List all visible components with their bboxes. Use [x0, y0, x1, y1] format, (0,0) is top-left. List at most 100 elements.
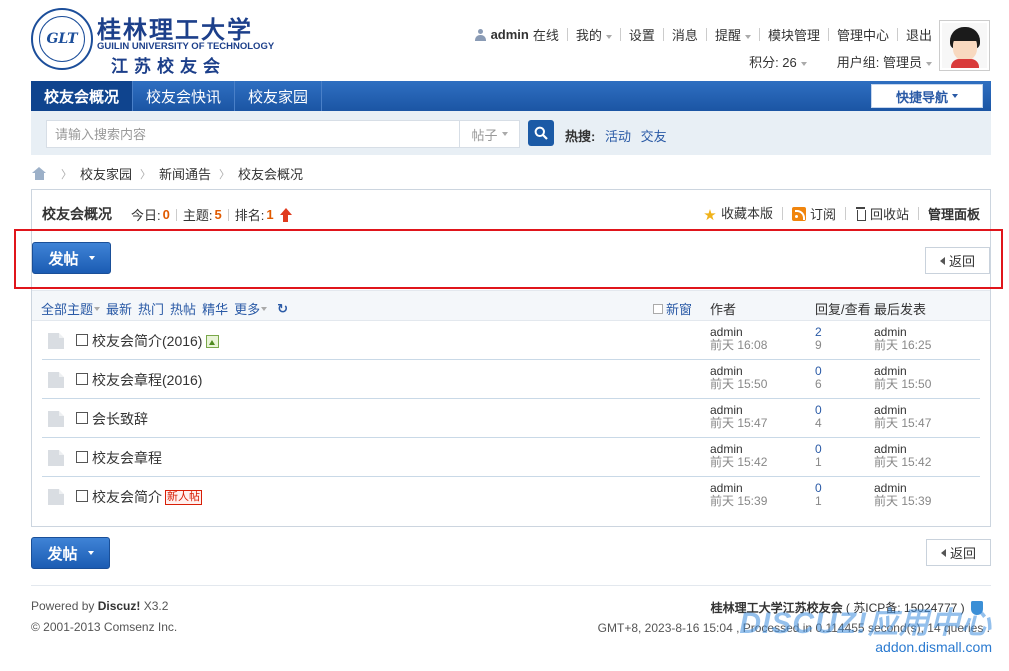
forum-actions: ★ 收藏本版 订阅 回收站 管理面板 [703, 203, 980, 223]
logout-link[interactable]: 退出 [906, 25, 932, 44]
chevron-down-icon [952, 94, 958, 98]
last-post-time[interactable]: 前天 15:50 [874, 377, 931, 391]
nav-item-overview[interactable]: 校友会概况 [31, 81, 134, 111]
quick-nav-button[interactable]: 快捷导航 [871, 84, 983, 108]
search-type-select[interactable]: 帖子 [459, 121, 519, 147]
search-box: 帖子 [46, 120, 520, 148]
admin-center-link[interactable]: 管理中心 [837, 25, 889, 44]
filter-latest[interactable]: 最新 [106, 299, 132, 318]
last-post-time[interactable]: 前天 15:42 [874, 455, 931, 469]
last-poster[interactable]: admin [874, 442, 907, 456]
hot-term-link[interactable]: 交友 [641, 129, 667, 144]
last-poster[interactable]: admin [874, 481, 907, 495]
username-link[interactable]: admin [491, 27, 529, 42]
chevron-down-icon [605, 34, 612, 39]
new-post-button-bottom[interactable]: 发帖 [31, 537, 110, 569]
thread-doc-icon[interactable] [48, 372, 64, 388]
search-input[interactable] [47, 121, 459, 147]
refresh-icon[interactable]: ↻ [277, 301, 288, 317]
thread-author[interactable]: admin [710, 442, 743, 456]
points-menu[interactable]: 积分: 26 [749, 52, 807, 71]
powered-by: Powered by Discuz! X3.2 [31, 599, 169, 613]
logo-cn-name: 桂林理工大学 [97, 15, 253, 44]
rank-value: 1 [266, 207, 274, 222]
breadcrumb-item[interactable]: 新闻通告 [159, 164, 211, 183]
last-poster[interactable]: admin [874, 403, 907, 417]
view-count: 1 [815, 494, 822, 508]
reply-count[interactable]: 0 [815, 403, 822, 417]
last-post-time[interactable]: 前天 15:47 [874, 416, 931, 430]
breadcrumb-item[interactable]: 校友会概况 [238, 164, 303, 183]
last-post-time[interactable]: 前天 16:25 [874, 338, 931, 352]
discuz-link[interactable]: Discuz! [98, 599, 141, 613]
breadcrumb-item[interactable]: 校友家园 [80, 164, 132, 183]
thread-checkbox[interactable] [76, 334, 88, 346]
thread-author[interactable]: admin [710, 364, 743, 378]
hot-search-label: 热搜: [565, 129, 596, 144]
icp-link[interactable]: ( 苏ICP备: 15024777 ) [846, 601, 965, 615]
thread-author[interactable]: admin [710, 481, 743, 495]
view-count: 9 [815, 338, 822, 352]
shield-icon [971, 601, 983, 615]
thread-checkbox[interactable] [76, 412, 88, 424]
my-menu-link[interactable]: 我的 [576, 25, 612, 44]
reply-count[interactable]: 0 [815, 364, 822, 378]
nav-item-home[interactable]: 校友家园 [235, 81, 323, 111]
new-window-checkbox[interactable] [653, 303, 663, 314]
view-count: 1 [815, 455, 822, 469]
last-post-time[interactable]: 前天 15:39 [874, 494, 931, 508]
nav-item-news[interactable]: 校友会快讯 [133, 81, 236, 111]
reply-count[interactable]: 0 [815, 442, 822, 456]
thread-title-link[interactable]: 校友会章程(2016) [92, 370, 202, 390]
thread-title-link[interactable]: 校友会简介(2016) [92, 331, 202, 351]
thread-doc-icon[interactable] [48, 450, 64, 466]
reminders-link[interactable]: 提醒 [715, 25, 751, 44]
hot-term-link[interactable]: 活动 [605, 129, 631, 144]
site-name-footer: 桂林理工大学江苏校友会 ( 苏ICP备: 15024777 ) [711, 599, 983, 616]
avatar[interactable] [939, 20, 990, 71]
site-name-link[interactable]: 桂林理工大学江苏校友会 [711, 601, 843, 615]
chevron-down-icon [501, 132, 508, 136]
last-poster[interactable]: admin [874, 325, 907, 339]
search-button[interactable] [528, 120, 554, 146]
thread-title-link[interactable]: 校友会章程 [92, 448, 162, 468]
favorite-forum-link[interactable]: ★ 收藏本版 [703, 203, 773, 223]
subscribe-link[interactable]: 订阅 [791, 204, 836, 223]
thread-doc-icon[interactable] [48, 411, 64, 427]
thread-doc-icon[interactable] [48, 333, 64, 349]
filter-popular[interactable]: 热门 [138, 299, 164, 318]
thread-checkbox[interactable] [76, 373, 88, 385]
thread-checkbox[interactable] [76, 490, 88, 502]
recycle-bin-link[interactable]: 回收站 [855, 204, 909, 223]
thread-author[interactable]: admin [710, 325, 743, 339]
messages-link[interactable]: 消息 [672, 25, 698, 44]
avatar-image [942, 23, 987, 68]
home-icon[interactable] [32, 167, 47, 180]
thread-checkbox[interactable] [76, 451, 88, 463]
user-group-menu[interactable]: 用户组: 管理员 [837, 52, 932, 71]
seal-text: GLT [39, 16, 85, 62]
star-icon: ★ [703, 207, 717, 224]
new-window-toggle[interactable]: 新窗 [653, 299, 692, 318]
back-button-bottom[interactable]: 返回 [926, 539, 991, 566]
processing-info: GMT+8, 2023-8-16 15:04 , Processed in 0.… [597, 621, 990, 635]
logo-en-name: GUILIN UNIVERSITY OF TECHNOLOGY [97, 41, 275, 52]
thread-post-time: 前天 16:08 [710, 338, 768, 352]
filter-hot[interactable]: 热帖 [170, 299, 196, 318]
user-links: admin 在线 我的 设置 消息 提醒 模块管理 管理中心 退出 [474, 25, 932, 44]
thread-title-link[interactable]: 会长致辞 [92, 409, 148, 429]
filter-all-threads[interactable]: 全部主题 [41, 299, 93, 318]
reply-count[interactable]: 0 [815, 481, 822, 495]
chevron-down-icon [926, 61, 932, 66]
settings-link[interactable]: 设置 [629, 25, 655, 44]
filter-more[interactable]: 更多 [234, 299, 260, 318]
module-admin-link[interactable]: 模块管理 [768, 25, 820, 44]
site-logo[interactable]: GLT 桂林理工大学 GUILIN UNIVERSITY OF TECHNOLO… [31, 8, 274, 76]
thread-doc-icon[interactable] [48, 489, 64, 505]
admin-panel-link[interactable]: 管理面板 [928, 204, 980, 223]
thread-author[interactable]: admin [710, 403, 743, 417]
last-poster[interactable]: admin [874, 364, 907, 378]
thread-title-link[interactable]: 校友会简介 [92, 487, 162, 507]
filter-digest[interactable]: 精华 [202, 299, 228, 318]
reply-count[interactable]: 2 [815, 325, 822, 339]
